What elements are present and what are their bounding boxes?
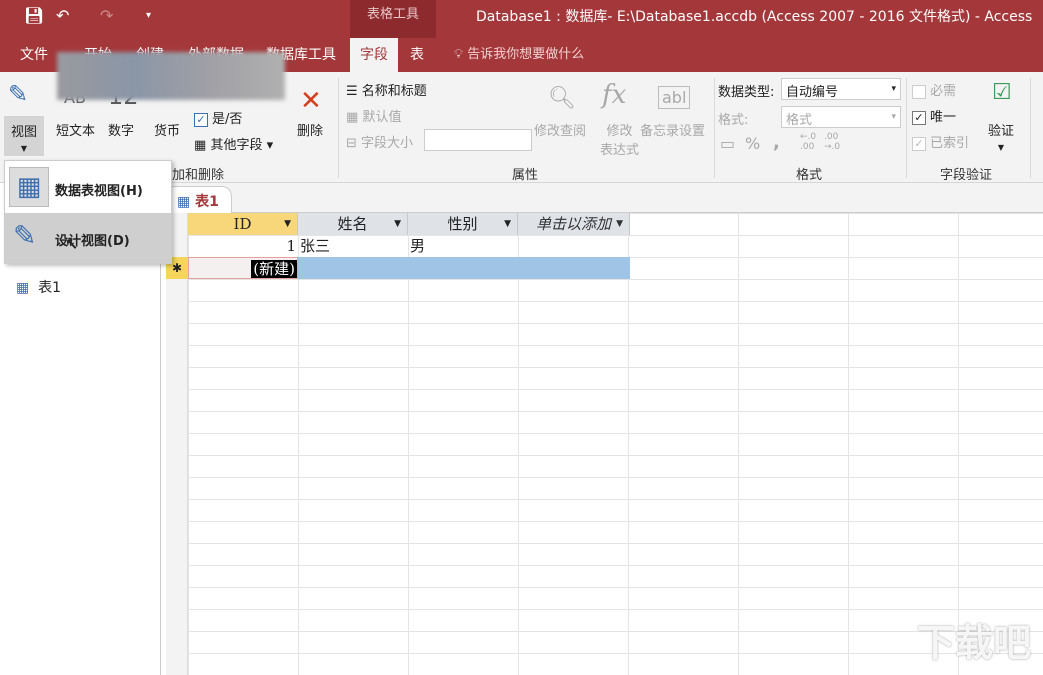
window-title: Database1 : 数据库- E:\Database1.accdb (Acc… xyxy=(476,6,1032,26)
new-row-id-cell[interactable]: (新建) xyxy=(188,257,298,279)
watermark: 下载吧 xyxy=(917,612,1031,667)
customize-qat-icon[interactable]: ▾ xyxy=(146,10,151,21)
currency-format-icon[interactable]: ▭ xyxy=(720,134,735,153)
datasheet-grid[interactable] xyxy=(166,213,1043,675)
modify-lookups-icon: 🔍︎ xyxy=(548,86,576,111)
currency-button[interactable]: 货币 xyxy=(154,120,180,139)
menu-item-design-view[interactable]: ✎ 设计视图(D) ↖ xyxy=(5,213,171,263)
delete-button[interactable]: 删除 xyxy=(297,120,323,139)
yes-no-button[interactable]: ✓是/否 xyxy=(194,108,242,127)
validation-icon: ☑ xyxy=(992,80,1012,105)
unique-checkbox[interactable]: ✓唯一 xyxy=(912,106,956,125)
fx-icon: fx xyxy=(602,80,626,110)
modify-expression-button[interactable]: 修改表达式 xyxy=(600,120,639,158)
memo-settings-button[interactable]: 备忘录设置 xyxy=(640,120,705,139)
name-caption-button[interactable]: ☰ 名称和标题 xyxy=(346,80,427,99)
view-button[interactable]: 视图▼ xyxy=(4,116,44,156)
cell-gender[interactable]: 男 xyxy=(410,235,518,257)
tab-file[interactable]: 文件 xyxy=(10,38,58,72)
short-text-button[interactable]: 短文本 xyxy=(56,120,95,139)
save-icon[interactable]: 💾︎ xyxy=(24,6,44,25)
cell-id[interactable]: 1 xyxy=(188,235,296,257)
table-icon: ▦ xyxy=(16,280,29,296)
comma-button[interactable]: , xyxy=(773,132,780,153)
field-size-label: ⊟ 字段大小 xyxy=(346,132,413,151)
table-tools-context-label: 表格工具 xyxy=(350,0,436,38)
group-format-label: 格式 xyxy=(796,164,822,183)
title-bar: 💾︎ ↶ ↷ ▾ 表格工具 Database1 : 数据库- E:\Databa… xyxy=(0,0,1043,38)
indexed-checkbox[interactable]: ✓已索引 xyxy=(912,132,969,151)
tab-fields[interactable]: 字段 xyxy=(350,38,398,72)
data-type-select[interactable]: 自动编号▾ xyxy=(781,78,901,100)
required-checkbox[interactable]: 必需 xyxy=(912,80,956,99)
column-header-id[interactable]: ID▼ xyxy=(188,213,298,235)
group-add-delete-label: 加和删除 xyxy=(172,164,224,183)
column-header-name[interactable]: 姓名▼ xyxy=(298,213,408,235)
document-tabs xyxy=(161,183,1043,213)
cell-name[interactable]: 张三 xyxy=(300,235,408,257)
menu-item-datasheet-view[interactable]: ▦ 数据表视图(H) xyxy=(5,163,171,213)
table-icon: ▦ xyxy=(177,194,190,210)
default-value-button[interactable]: ▦ 默认值 xyxy=(346,106,401,125)
design-view-icon: ✎ xyxy=(13,219,36,252)
design-view-icon: ✎ xyxy=(8,80,28,108)
redo-icon[interactable]: ↷ xyxy=(100,6,113,25)
delete-icon: ✕ xyxy=(300,86,322,116)
view-dropdown-menu: ▦ 数据表视图(H) ✎ 设计视图(D) ↖ xyxy=(4,160,172,264)
datasheet-view-icon: ▦ xyxy=(9,167,49,207)
memo-icon: abl xyxy=(658,86,690,109)
lightbulb-icon: 💡︎ xyxy=(454,47,463,62)
group-validation-label: 字段验证 xyxy=(940,164,992,183)
document-tab-table1[interactable]: ▦ 表1 xyxy=(170,186,232,213)
number-button[interactable]: 数字 xyxy=(108,120,134,139)
mouse-cursor-icon: ↖ xyxy=(65,235,78,254)
format-label: 格式: xyxy=(718,109,748,128)
tab-table[interactable]: 表 xyxy=(400,38,434,72)
group-properties-label: 属性 xyxy=(512,164,538,183)
table-icon: ▦ xyxy=(194,138,206,153)
tell-me-text: 告诉我你想要做什么 xyxy=(467,47,584,62)
validation-button[interactable]: 验证▼ xyxy=(988,120,1014,154)
blurred-region xyxy=(57,52,285,100)
modify-lookups-button[interactable]: 修改查阅 xyxy=(534,120,586,139)
tell-me-box[interactable]: 💡︎ 告诉我你想要做什么 xyxy=(444,38,594,72)
data-type-label: 数据类型: xyxy=(718,81,774,100)
column-header-gender[interactable]: 性别▼ xyxy=(408,213,518,235)
column-header-click-to-add[interactable]: 单击以添加▼ xyxy=(518,213,630,235)
undo-icon[interactable]: ↶ xyxy=(56,6,69,25)
increase-decimals-button[interactable]: ←.0 .00 xyxy=(800,132,822,152)
new-row-highlight xyxy=(298,257,630,279)
field-size-input[interactable] xyxy=(424,129,532,151)
decrease-decimals-button[interactable]: .00 →.0 xyxy=(824,132,846,152)
nav-item-table1[interactable]: ▦ 表1 xyxy=(16,277,61,297)
more-fields-button[interactable]: ▦ 其他字段 ▾ xyxy=(194,134,273,153)
checkbox-icon: ✓ xyxy=(194,113,208,127)
format-select[interactable]: 格式▾ xyxy=(781,106,901,128)
percent-button[interactable]: % xyxy=(745,134,760,153)
row-selector-column xyxy=(166,213,188,675)
